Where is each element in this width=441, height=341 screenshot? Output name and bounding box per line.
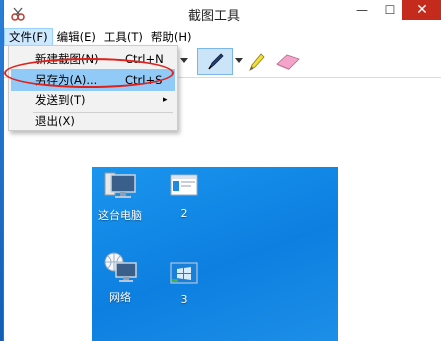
desktop-icon-label: 这台电脑 [98, 209, 142, 222]
minimize-button[interactable]: — [348, 0, 376, 20]
pen-button[interactable] [197, 48, 233, 75]
menu-item-label: 退出(X) [35, 114, 75, 128]
windows-thumbnail-icon [170, 262, 198, 284]
captured-desktop-image: 这台电脑 2 网络 3 [92, 167, 338, 341]
eraser-icon[interactable] [274, 53, 302, 71]
desktop-icon-2: 2 [154, 171, 214, 220]
menu-tools[interactable]: 工具(T) [100, 28, 147, 46]
menu-edit[interactable]: 编辑(E) [53, 28, 100, 46]
desktop-icon-label: 网络 [109, 291, 131, 304]
title-bar: 截图工具 — ☐ ✕ [4, 0, 441, 28]
highlighter-icon[interactable] [246, 51, 266, 73]
network-icon [104, 252, 137, 282]
maximize-button[interactable]: ☐ [376, 0, 404, 20]
window-thumbnail-icon [170, 174, 198, 196]
menu-item-label: 发送到(T) [35, 93, 86, 107]
pen-dropdown-arrow-icon[interactable] [235, 58, 243, 63]
desktop-icon-label: 3 [180, 293, 188, 306]
desktop-icon-this-pc: 这台电脑 [92, 171, 150, 223]
computer-icon [104, 172, 136, 198]
desktop-icon-3: 3 [154, 261, 214, 306]
menu-bar: 文件(F) 编辑(E) 工具(T) 帮助(H) [4, 28, 441, 46]
menu-item-exit[interactable]: 退出(X) [11, 110, 175, 132]
menu-item-send-to[interactable]: 发送到(T) ▸ [11, 89, 175, 111]
menu-file[interactable]: 文件(F) [4, 28, 53, 46]
pen-icon [208, 53, 224, 70]
desktop-icon-network: 网络 [92, 251, 150, 305]
annotation-ellipse [4, 58, 174, 88]
desktop-icon-label: 2 [180, 207, 188, 220]
submenu-arrow-icon: ▸ [163, 95, 168, 105]
close-button[interactable]: ✕ [402, 0, 441, 20]
delay-dropdown-arrow-icon[interactable] [180, 58, 188, 63]
menu-help[interactable]: 帮助(H) [147, 28, 196, 46]
